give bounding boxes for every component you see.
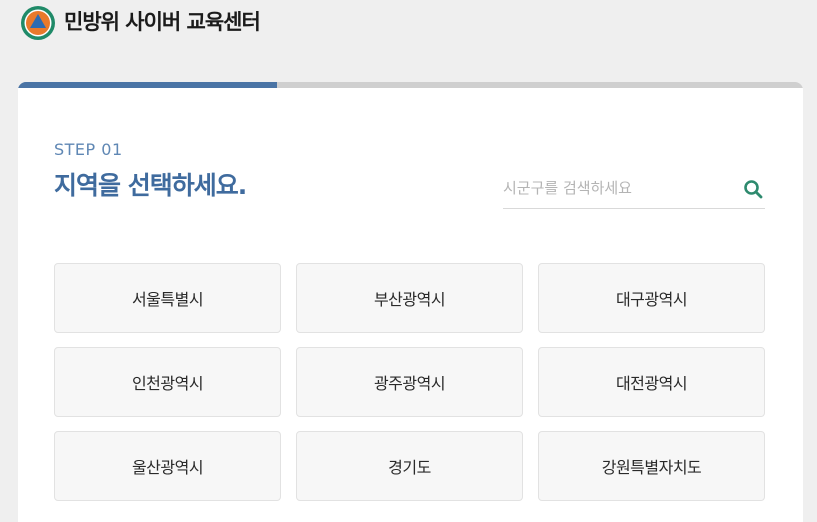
region-button[interactable]: 서울특별시 xyxy=(54,263,281,333)
app-title: 민방위 사이버 교육센터 xyxy=(64,10,261,34)
step-title: 지역을 선택하세요. xyxy=(54,171,247,200)
civil-defense-emblem-icon xyxy=(21,6,55,40)
region-selection-card: STEP 01 지역을 선택하세요. 서울특별시부산광역시대구광역시인천광역시광… xyxy=(18,82,803,522)
step-label: STEP 01 xyxy=(54,140,123,159)
region-button[interactable]: 부산광역시 xyxy=(296,263,523,333)
region-button[interactable]: 광주광역시 xyxy=(296,347,523,417)
region-button[interactable]: 울산광역시 xyxy=(54,431,281,501)
progress-bar xyxy=(18,82,803,88)
search-icon[interactable] xyxy=(743,179,763,199)
search-input[interactable] xyxy=(503,170,731,206)
progress-fill xyxy=(18,82,278,88)
region-button[interactable]: 강원특별자치도 xyxy=(538,431,765,501)
region-button[interactable]: 인천광역시 xyxy=(54,347,281,417)
search-box xyxy=(503,170,765,209)
region-button[interactable]: 대전광역시 xyxy=(538,347,765,417)
region-button[interactable]: 대구광역시 xyxy=(538,263,765,333)
region-button[interactable]: 경기도 xyxy=(296,431,523,501)
